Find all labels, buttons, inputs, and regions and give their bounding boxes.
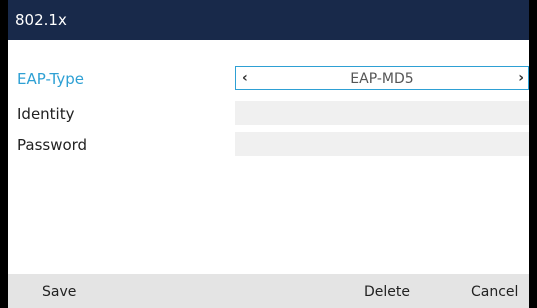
chevron-right-icon[interactable]: › xyxy=(518,68,524,88)
password-field[interactable] xyxy=(235,132,529,156)
identity-field[interactable] xyxy=(235,101,529,125)
softkey-bar: Save Delete Cancel xyxy=(8,274,529,308)
delete-button[interactable]: Delete xyxy=(364,282,410,302)
identity-label: Identity xyxy=(17,105,75,123)
password-label: Password xyxy=(17,136,88,154)
eap-type-row[interactable]: EAP-Type ‹ EAP-MD5 › xyxy=(8,66,529,92)
password-row[interactable]: Password xyxy=(8,132,529,158)
identity-row[interactable]: Identity xyxy=(8,101,529,127)
settings-panel: 802.1x EAP-Type ‹ EAP-MD5 › Identity Pas… xyxy=(8,0,529,308)
cancel-button[interactable]: Cancel xyxy=(471,282,518,302)
eap-type-label: EAP-Type xyxy=(17,70,84,88)
eap-type-selector[interactable]: ‹ EAP-MD5 › xyxy=(235,66,529,90)
eap-type-value: EAP-MD5 xyxy=(350,71,414,87)
title-bar: 802.1x xyxy=(8,0,529,40)
screen: 802.1x EAP-Type ‹ EAP-MD5 › Identity Pas… xyxy=(0,0,537,308)
page-title: 802.1x xyxy=(15,11,67,29)
save-button[interactable]: Save xyxy=(42,282,76,302)
